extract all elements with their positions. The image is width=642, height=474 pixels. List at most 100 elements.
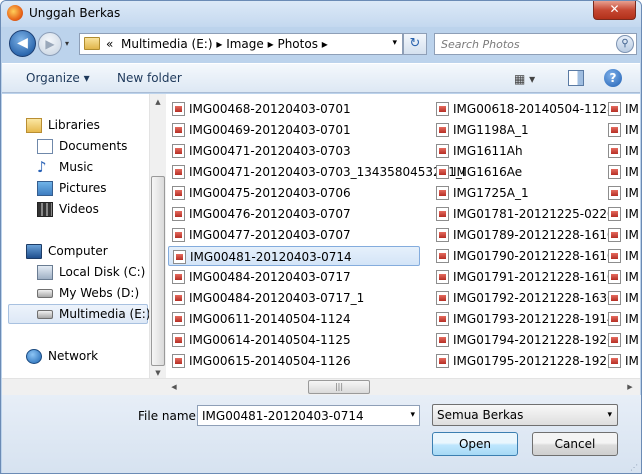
file-item[interactable]: IMG00471-20120403-0703: [168, 141, 420, 161]
file-name: IMG01781-20121225-0220: [453, 207, 615, 221]
sidebar-scrollbar[interactable]: ▲ ▼: [149, 94, 166, 382]
file-item[interactable]: IMG00477-20120403-0707: [168, 225, 420, 245]
breadcrumb-separator[interactable]: ▸: [216, 37, 222, 51]
file-item[interactable]: IM: [604, 351, 640, 371]
file-item[interactable]: IMG00484-20120403-0717_1: [168, 288, 420, 308]
breadcrumb-item[interactable]: Image: [226, 37, 264, 51]
file-item[interactable]: IMG01790-20121228-1610: [432, 246, 615, 266]
image-file-icon: [172, 186, 185, 200]
file-item[interactable]: IM: [604, 267, 640, 287]
file-item[interactable]: IM: [604, 204, 640, 224]
scroll-right-arrow-icon[interactable]: ▶: [622, 379, 638, 395]
back-button[interactable]: ◀: [9, 30, 36, 57]
file-item[interactable]: IMG01793-20121228-1914: [432, 309, 615, 329]
file-item[interactable]: IMG1616Ae: [432, 162, 602, 182]
close-button[interactable]: ✕: [593, 1, 636, 20]
organize-button[interactable]: Organize ▾: [26, 71, 90, 85]
image-file-icon: [608, 165, 621, 179]
file-item[interactable]: IM: [604, 330, 640, 350]
breadcrumb-overflow[interactable]: «: [106, 37, 113, 51]
image-file-icon: [436, 333, 449, 347]
pictures-icon: [37, 181, 53, 196]
file-item[interactable]: IM: [604, 309, 640, 329]
file-item[interactable]: IMG00614-20140504-1125: [168, 330, 420, 350]
file-name: IM: [625, 333, 639, 347]
change-view-button[interactable]: ▦ ▾: [514, 72, 535, 86]
file-item[interactable]: IMG01781-20121225-0220: [432, 204, 615, 224]
file-item[interactable]: IMG01791-20121228-1610: [432, 267, 615, 287]
file-list-horizontal-scrollbar[interactable]: ◀ ||| ▶: [2, 378, 640, 395]
cancel-button[interactable]: Cancel: [532, 432, 618, 456]
breadcrumb-item[interactable]: Photos: [277, 37, 317, 51]
preview-pane-icon[interactable]: [568, 70, 584, 86]
image-file-icon: [436, 354, 449, 368]
file-item[interactable]: IM: [604, 288, 640, 308]
search-input[interactable]: Search Photos ⚲: [434, 33, 637, 55]
file-item[interactable]: IMG00615-20140504-1126: [168, 351, 420, 371]
image-file-icon: [608, 333, 621, 347]
file-item[interactable]: IMG1198A_1: [432, 120, 602, 140]
chevron-down-icon[interactable]: ▾: [410, 410, 415, 420]
title-bar[interactable]: Unggah Berkas ✕: [1, 1, 641, 27]
file-type-select[interactable]: Semua Berkas ▾: [432, 404, 618, 426]
file-name-input[interactable]: IMG00481-20120403-0714 ▾: [197, 405, 420, 426]
help-icon[interactable]: ?: [604, 69, 622, 87]
scroll-up-arrow-icon[interactable]: ▲: [150, 94, 166, 110]
file-item[interactable]: IMG1611Ah: [432, 141, 602, 161]
file-item[interactable]: IMG00468-20120403-0701: [168, 99, 420, 119]
file-item[interactable]: IMG01795-20121228-1927: [432, 351, 615, 371]
file-item[interactable]: IMG00476-20120403-0707: [168, 204, 420, 224]
file-item[interactable]: IMG01789-20121228-1610: [432, 225, 615, 245]
file-item[interactable]: IMG00475-20120403-0706: [168, 183, 420, 203]
file-item[interactable]: IMG01794-20121228-1926: [432, 330, 615, 350]
file-item[interactable]: IM: [604, 120, 640, 140]
file-item[interactable]: IM: [604, 183, 640, 203]
file-item[interactable]: IM: [604, 246, 640, 266]
scroll-left-arrow-icon[interactable]: ◀: [166, 379, 182, 395]
image-file-icon: [608, 312, 621, 326]
address-dropdown-icon[interactable]: ▾: [392, 38, 397, 48]
refresh-button[interactable]: ↻: [403, 33, 427, 55]
search-icon[interactable]: ⚲: [616, 35, 634, 53]
breadcrumb-separator[interactable]: ▸: [322, 37, 328, 51]
open-button[interactable]: Open: [432, 432, 518, 456]
file-name: IM: [625, 291, 639, 305]
file-item[interactable]: IMG1725A_1: [432, 183, 602, 203]
file-name: IMG00476-20120403-0707: [189, 207, 351, 221]
videos-icon: [37, 202, 53, 217]
address-bar[interactable]: « Multimedia (E:) ▸ Image ▸ Photos ▸ ▾: [79, 33, 403, 55]
file-name: IMG00615-20140504-1126: [189, 354, 351, 368]
file-name: IMG00471-20120403-0703: [189, 144, 351, 158]
file-item[interactable]: IMG00481-20120403-0714: [168, 246, 420, 266]
breadcrumb-separator[interactable]: ▸: [268, 37, 274, 51]
navigation-pane: Libraries Documents ♪ Music Pictures Vid…: [2, 94, 166, 394]
file-item[interactable]: IM: [604, 99, 640, 119]
file-item[interactable]: IMG01792-20121228-1636: [432, 288, 615, 308]
image-file-icon: [436, 165, 449, 179]
file-name: IMG1725A_1: [453, 186, 529, 200]
file-item[interactable]: IMG00611-20140504-1124: [168, 309, 420, 329]
image-file-icon: [608, 102, 621, 116]
file-item[interactable]: IM: [604, 225, 640, 245]
file-item[interactable]: IM: [604, 162, 640, 182]
recent-pages-icon[interactable]: ▾: [65, 39, 75, 49]
file-item[interactable]: IMG00618-20140504-1128: [432, 99, 615, 119]
file-item[interactable]: IMG00469-20120403-0701: [168, 120, 420, 140]
scroll-thumb[interactable]: |||: [308, 380, 370, 394]
file-name: IMG00484-20120403-0717: [189, 270, 351, 284]
file-item[interactable]: IMG00484-20120403-0717: [168, 267, 420, 287]
breadcrumb-item[interactable]: Multimedia (E:): [121, 37, 213, 51]
file-name: IM: [625, 312, 639, 326]
forward-button[interactable]: ▶: [38, 32, 62, 56]
file-item[interactable]: IMG00471-20120403-0703_1343580453201_I: [168, 162, 465, 182]
sidebar-item-multimedia-e[interactable]: Multimedia (E:): [8, 304, 151, 324]
new-folder-button[interactable]: New folder: [117, 71, 182, 85]
image-file-icon: [436, 207, 449, 221]
resize-grip-icon[interactable]: ⋰: [630, 463, 638, 472]
chevron-down-icon[interactable]: ▾: [607, 410, 612, 420]
scroll-thumb[interactable]: [151, 176, 165, 366]
file-item[interactable]: IM: [604, 141, 640, 161]
image-file-icon: [172, 270, 185, 284]
image-file-icon: [436, 312, 449, 326]
file-name-value[interactable]: IMG00481-20120403-0714: [202, 409, 364, 423]
